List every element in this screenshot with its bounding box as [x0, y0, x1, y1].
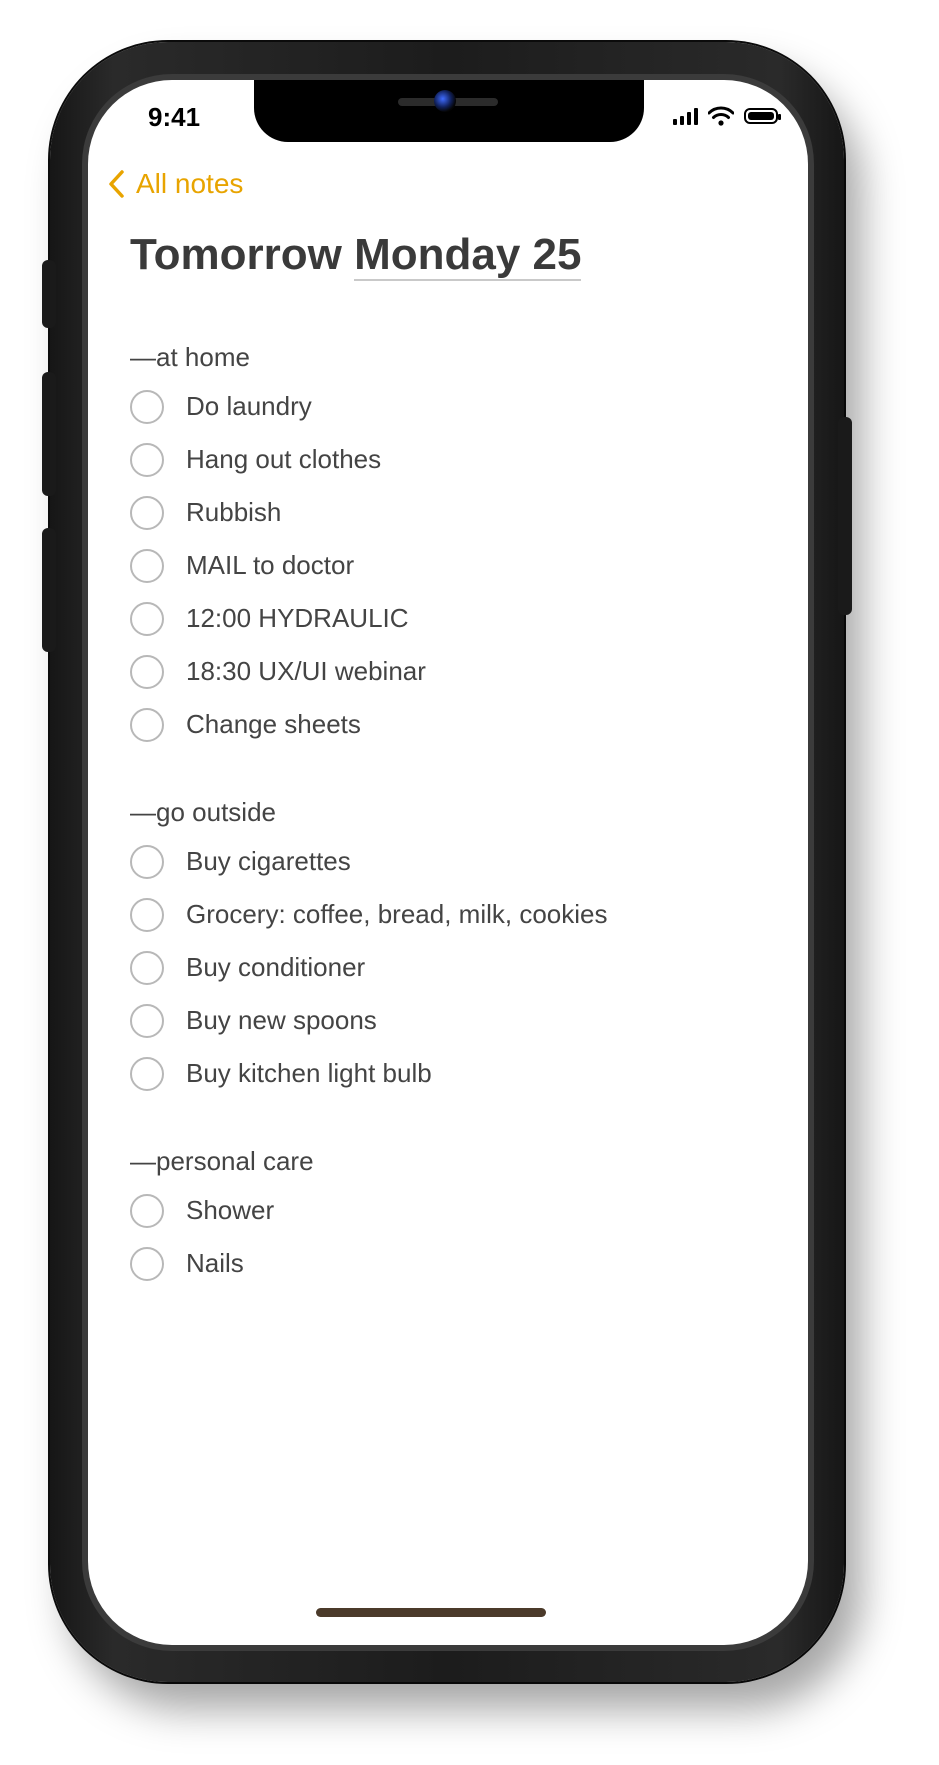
- checkbox-circle-icon[interactable]: [130, 897, 164, 932]
- section-heading: —go outside: [130, 797, 276, 827]
- checklist-item[interactable]: Shower: [130, 1184, 780, 1237]
- checklist-section: —go outside Buy cigarettes Grocery: coffee…: [130, 795, 780, 1100]
- checklist-item[interactable]: Rubbish: [130, 486, 780, 539]
- checklist-item[interactable]: Nails: [130, 1237, 780, 1290]
- checklist-item[interactable]: 12:00 HYDRAULIC: [130, 592, 780, 645]
- checklist-item-label: Change sheets: [186, 709, 361, 739]
- checklist-item-label: Buy kitchen light bulb: [186, 1058, 432, 1088]
- back-label: All notes: [136, 168, 244, 199]
- checklist-item[interactable]: Buy new spoons: [130, 994, 780, 1047]
- checklist-item[interactable]: Change sheets: [130, 698, 780, 751]
- notch: [254, 80, 644, 142]
- checklist-item[interactable]: MAIL to doctor: [130, 539, 780, 592]
- wifi-icon: [708, 106, 734, 126]
- checklist-item-label: Rubbish: [186, 497, 282, 527]
- home-indicator[interactable]: [316, 1608, 546, 1617]
- checkbox-circle-icon[interactable]: [130, 1056, 164, 1091]
- title-text: Tomorrow: [130, 230, 355, 279]
- checklist-item-label: 18:30 UX/UI webinar: [186, 656, 426, 686]
- section-heading: —at home: [130, 342, 250, 372]
- checkbox-circle-icon[interactable]: [130, 1193, 164, 1228]
- checklist-item-label: Shower: [186, 1195, 275, 1225]
- note-title[interactable]: Tomorrow Monday 25: [130, 230, 582, 281]
- checklist-section: —at home Do laundry Hang out clothes Rubbis…: [130, 340, 780, 751]
- checklist-item[interactable]: Buy cigarettes: [130, 835, 780, 888]
- checkbox-circle-icon[interactable]: [130, 601, 164, 636]
- power-button: [838, 417, 852, 615]
- checklist-item-label: Buy conditioner: [186, 952, 366, 982]
- front-camera: [434, 90, 456, 112]
- checkbox-circle-icon[interactable]: [130, 1246, 164, 1281]
- checkbox-circle-icon[interactable]: [130, 844, 164, 879]
- chevron-left-icon: [109, 170, 124, 198]
- checklist-item[interactable]: Buy kitchen light bulb: [130, 1047, 780, 1100]
- checkbox-circle-icon[interactable]: [130, 654, 164, 689]
- checklist-item[interactable]: Grocery: coffee, bread, milk, cookies: [130, 888, 780, 941]
- checklist-item-label: Hang out clothes: [186, 444, 382, 474]
- checklist-item[interactable]: Buy conditioner: [130, 941, 780, 994]
- checklist-item-label: Grocery: coffee, bread, milk, cookies: [186, 899, 608, 929]
- checkbox-circle-icon[interactable]: [130, 548, 164, 583]
- checkbox-circle-icon[interactable]: [130, 442, 164, 477]
- status-time: 9:41: [148, 102, 201, 132]
- battery-icon: [744, 108, 781, 124]
- checklist-item[interactable]: Hang out clothes: [130, 433, 780, 486]
- checkbox-circle-icon[interactable]: [130, 1003, 164, 1038]
- screen: 9:41 All notes Tomorrow Monday 25 —at ho…: [88, 80, 808, 1645]
- silent-switch: [42, 260, 56, 328]
- checkbox-circle-icon[interactable]: [130, 495, 164, 530]
- back-button[interactable]: All notes: [106, 168, 243, 200]
- note-body[interactable]: —at home Do laundry Hang out clothes Rubbis…: [130, 340, 780, 1334]
- checklist-item[interactable]: 18:30 UX/UI webinar: [130, 645, 780, 698]
- section-heading: —personal care: [130, 1146, 314, 1176]
- checklist-item-label: 12:00 HYDRAULIC: [186, 603, 409, 633]
- checklist-item-label: Buy new spoons: [186, 1005, 377, 1035]
- checkbox-circle-icon[interactable]: [130, 950, 164, 985]
- checkbox-circle-icon[interactable]: [130, 707, 164, 742]
- status-icons: [673, 106, 781, 126]
- checkbox-circle-icon[interactable]: [130, 389, 164, 424]
- checklist-item[interactable]: Do laundry: [130, 380, 780, 433]
- checklist-section: —personal care Shower Nails: [130, 1144, 780, 1290]
- cellular-signal-icon: [673, 107, 698, 125]
- volume-down-button: [42, 528, 56, 652]
- checklist-item-label: Nails: [186, 1248, 244, 1278]
- checklist-item-label: Do laundry: [186, 391, 312, 421]
- title-date-link[interactable]: Monday 25: [354, 230, 582, 281]
- volume-up-button: [42, 372, 56, 496]
- checklist-item-label: MAIL to doctor: [186, 550, 355, 580]
- checklist-item-label: Buy cigarettes: [186, 846, 351, 876]
